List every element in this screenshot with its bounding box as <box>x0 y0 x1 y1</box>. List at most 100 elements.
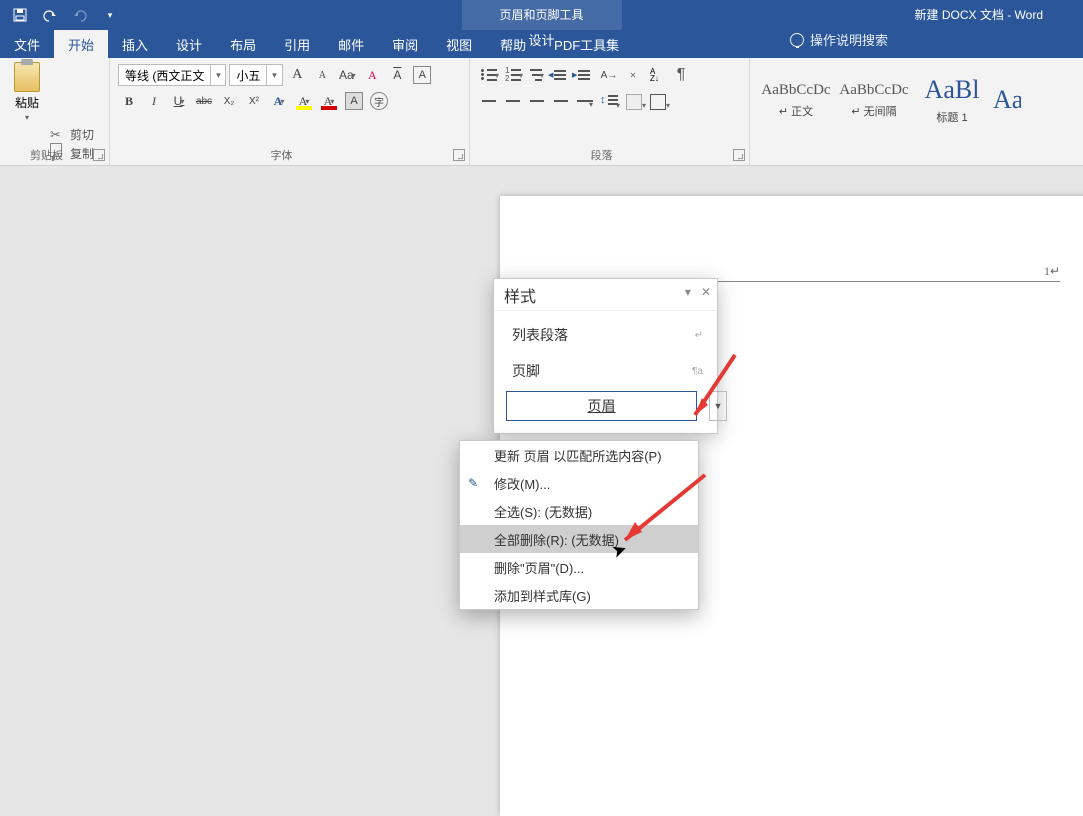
align-left-button[interactable] <box>478 90 500 112</box>
font-size-value: 小五 <box>230 67 266 84</box>
style-context-menu: 更新 页眉 以匹配所选内容(P) 修改(M)... 全选(S): (无数据) 全… <box>459 440 699 610</box>
italic-button[interactable]: I <box>143 90 165 112</box>
grow-font-button[interactable]: A <box>286 64 308 86</box>
ctx-delete-style[interactable]: 删除"页眉"(D)... <box>460 553 698 581</box>
style-no-spacing[interactable]: AaBbCcDc ↵ 无间隔 <box>836 68 912 132</box>
tab-design[interactable]: 设计 <box>162 30 216 58</box>
quick-access-toolbar: ▾ <box>0 1 124 29</box>
tab-insert[interactable]: 插入 <box>108 30 162 58</box>
pen-icon <box>468 475 484 491</box>
underline-button[interactable]: U▾ <box>168 90 190 112</box>
strikethrough-button[interactable]: abc <box>193 90 215 112</box>
style-name: ↵ 正文 <box>779 103 813 119</box>
decrease-indent-button[interactable] <box>550 64 572 86</box>
character-border-button[interactable]: A <box>411 64 433 86</box>
document-title: 新建 DOCX 文档 - Word <box>915 0 1043 30</box>
title-bar: ▾ 页眉和页脚工具 新建 DOCX 文档 - Word <box>0 0 1083 30</box>
paste-button[interactable]: 粘贴 ▾ <box>8 62 46 122</box>
tab-mailings[interactable]: 邮件 <box>324 30 378 58</box>
ctx-label: 更新 页眉 以匹配所选内容(P) <box>494 446 662 465</box>
save-button[interactable] <box>6 1 34 29</box>
line-spacing-button[interactable]: ▾ <box>598 90 620 112</box>
align-distributed-button[interactable]: ▾ <box>574 90 596 112</box>
enclosed-character-button[interactable]: 字 <box>368 90 390 112</box>
bullets-button[interactable]: ▾ <box>478 64 500 86</box>
ctx-add-to-gallery[interactable]: 添加到样式库(G) <box>460 581 698 609</box>
borders-button[interactable]: ▾ <box>646 90 668 112</box>
clipboard-dialog-launcher[interactable] <box>93 149 105 161</box>
sort-button[interactable] <box>646 64 668 86</box>
font-size-combo[interactable]: 小五▾ <box>229 64 283 86</box>
cut-label: 剪切 <box>70 126 94 143</box>
styles-pane: 样式 ▾ ✕ 列表段落 ↵ 页脚 ¶a 页眉 ▼ <box>493 278 718 434</box>
tab-review[interactable]: 审阅 <box>378 30 432 58</box>
highlight-button[interactable]: A▾ <box>293 90 315 112</box>
tell-me-placeholder: 操作说明搜索 <box>810 30 888 49</box>
paste-label: 粘贴 <box>15 94 39 111</box>
numbering-button[interactable]: ▾ <box>502 64 524 86</box>
superscript-button[interactable]: X <box>243 90 265 112</box>
enclosed-char-icon: 字 <box>370 92 388 110</box>
ltr-button[interactable]: A→ <box>598 64 620 86</box>
lightbulb-icon <box>790 33 804 47</box>
group-paragraph: ▾ ▾ ▾ A→ ✕ ▾ ▾ ▾ ▾ 段落 <box>470 58 750 165</box>
shrink-font-button[interactable]: A <box>311 64 333 86</box>
change-case-button[interactable]: Aa▾ <box>336 64 358 86</box>
increase-indent-button[interactable] <box>574 64 596 86</box>
bold-button[interactable]: B <box>118 90 140 112</box>
cut-button[interactable]: 剪切 <box>50 126 101 143</box>
ctx-modify[interactable]: 修改(M)... <box>460 469 698 497</box>
paragraph-mark-icon: ↵ <box>695 330 703 341</box>
linked-style-icon: ¶a <box>692 366 703 377</box>
ctx-update-to-match[interactable]: 更新 页眉 以匹配所选内容(P) <box>460 441 698 469</box>
style-entry-dropdown-button[interactable]: ▼ <box>709 391 727 421</box>
style-preview: AaBl <box>925 75 980 105</box>
group-paragraph-label: 段落 <box>591 150 613 162</box>
font-dialog-launcher[interactable] <box>453 149 465 161</box>
styles-pane-close-button[interactable]: ✕ <box>701 285 711 299</box>
show-marks-button[interactable] <box>670 64 692 86</box>
tab-context-design[interactable]: 设计 <box>462 30 622 49</box>
style-entry-list-paragraph[interactable]: 列表段落 ↵ <box>502 317 713 353</box>
qat-customize-button[interactable]: ▾ <box>96 1 124 29</box>
align-center-button[interactable] <box>502 90 524 112</box>
styles-pane-title: 样式 <box>504 283 536 307</box>
font-color-button[interactable]: A▾ <box>318 90 340 112</box>
shading-button[interactable]: ▾ <box>622 90 644 112</box>
style-entry-label: 页眉 <box>588 396 616 416</box>
align-right-button[interactable] <box>526 90 548 112</box>
phonetic-guide-button[interactable]: A <box>386 64 408 86</box>
char-shading-icon: A <box>345 92 363 110</box>
tab-references[interactable]: 引用 <box>270 30 324 58</box>
tab-home[interactable]: 开始 <box>54 30 108 58</box>
tab-layout[interactable]: 布局 <box>216 30 270 58</box>
align-justify-button[interactable] <box>550 90 572 112</box>
styles-pane-options-button[interactable]: ▾ <box>685 285 691 299</box>
style-preview: AaBbCcDc <box>761 82 830 99</box>
group-clipboard: 粘贴 ▾ 剪切 复制 格式刷 剪贴板 <box>0 58 110 165</box>
subscript-button[interactable]: X <box>218 90 240 112</box>
ctx-select-all[interactable]: 全选(S): (无数据) <box>460 497 698 525</box>
redo-button[interactable] <box>66 1 94 29</box>
style-heading2-partial[interactable]: Aa <box>992 68 1022 132</box>
rtl-button[interactable]: ✕ <box>622 64 644 86</box>
style-name: 标题 1 <box>936 109 967 125</box>
style-normal[interactable]: AaBbCcDc ↵ 正文 <box>758 68 834 132</box>
tab-file[interactable]: 文件 <box>0 30 54 58</box>
style-heading1[interactable]: AaBl 标题 1 <box>914 68 990 132</box>
ctx-label: 添加到样式库(G) <box>494 586 591 605</box>
undo-button[interactable] <box>36 1 64 29</box>
text-effects-button[interactable]: A▾ <box>268 90 290 112</box>
font-name-combo[interactable]: 等线 (西文正文▾ <box>118 64 226 86</box>
contextual-tool-label: 页眉和页脚工具 <box>462 0 622 30</box>
multilevel-list-button[interactable]: ▾ <box>526 64 548 86</box>
ctx-remove-all[interactable]: 全部删除(R): (无数据) <box>460 525 698 553</box>
clear-formatting-button[interactable]: A <box>361 64 383 86</box>
group-styles: AaBbCcDc ↵ 正文 AaBbCcDc ↵ 无间隔 AaBl 标题 1 A… <box>750 58 1083 165</box>
character-shading-button[interactable]: A <box>343 90 365 112</box>
style-name: ↵ 无间隔 <box>851 103 896 119</box>
paragraph-dialog-launcher[interactable] <box>733 149 745 161</box>
tell-me-search[interactable]: 操作说明搜索 <box>790 30 888 49</box>
style-entry-footer[interactable]: 页脚 ¶a <box>502 353 713 389</box>
style-entry-header[interactable]: 页眉 <box>506 391 697 421</box>
